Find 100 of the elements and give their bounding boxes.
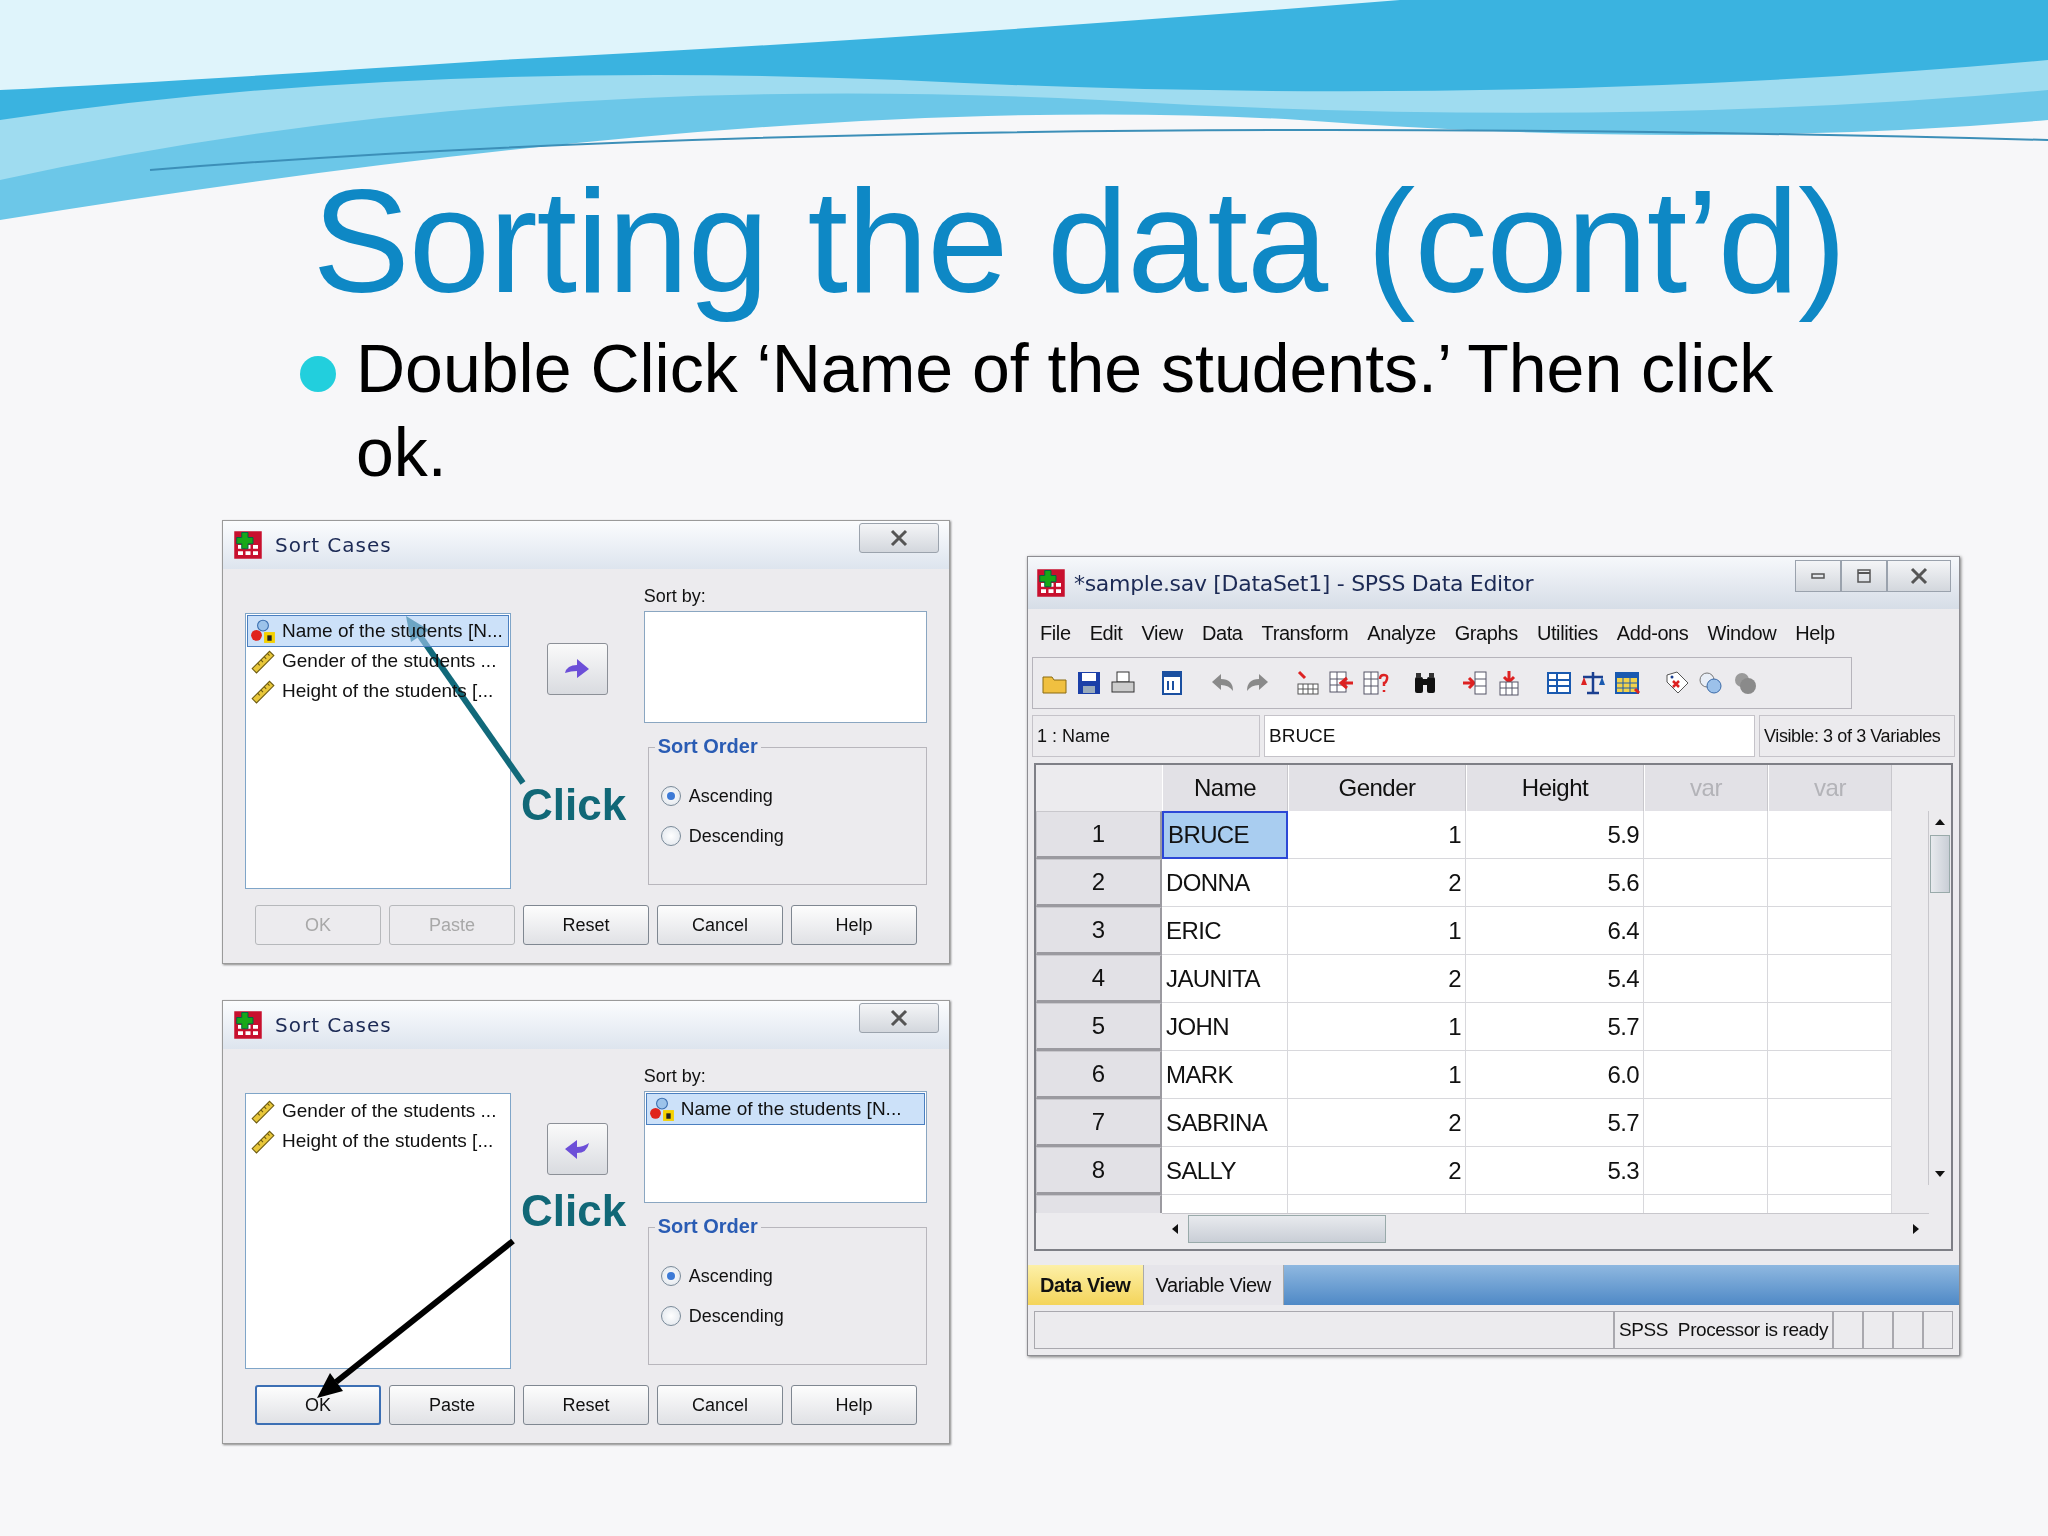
menu-item[interactable]: Graphs [1448, 621, 1531, 645]
menu-item[interactable]: Data [1195, 621, 1256, 645]
window-title: *sample.sav [DataSet1] - SPSS Data Editor [1074, 570, 1535, 596]
ruler-icon [250, 1128, 276, 1155]
table-cell[interactable]: BRUCE [1162, 811, 1288, 860]
table-cell[interactable]: 5.7 [1466, 1003, 1644, 1052]
table-question-icon[interactable] [1361, 669, 1389, 698]
dialog-title: Sort Cases [275, 1013, 393, 1038]
table-cell[interactable]: DONNA [1162, 859, 1288, 908]
ruler-icon [250, 648, 276, 675]
bullet-dot [300, 356, 336, 393]
menu-item[interactable]: Help [1789, 621, 1848, 645]
balls-icon [648, 1096, 675, 1123]
dialog-button[interactable]: Help [791, 1385, 917, 1426]
table-cell[interactable]: 2 [1288, 1099, 1466, 1148]
status-panel [1863, 1311, 1893, 1350]
row-header[interactable]: 5 [1036, 1003, 1162, 1052]
close-icon [1909, 567, 1929, 586]
variable-item[interactable]: Height of the students [... [248, 1126, 508, 1157]
menu-item[interactable]: Window [1701, 621, 1790, 645]
dialog-button[interactable]: Paste [389, 1385, 515, 1426]
table-cell[interactable]: 2 [1288, 859, 1466, 908]
radio-label[interactable]: Ascending [688, 1265, 773, 1287]
table-cell[interactable]: SALLY [1162, 1147, 1288, 1196]
sort-by-list[interactable]: Name of the students [N... [643, 1091, 927, 1204]
table-cell[interactable]: 2 [1288, 1147, 1466, 1196]
close-icon [888, 529, 910, 548]
table-cell[interactable]: 2 [1288, 955, 1466, 1004]
horizontal-scrollbar[interactable] [1162, 1213, 1929, 1245]
table-cell[interactable]: 1 [1288, 1051, 1466, 1100]
table-cell[interactable]: ERIC [1162, 907, 1288, 956]
table-cell[interactable]: JOHN [1162, 1003, 1288, 1052]
table-cell[interactable]: MARK [1162, 1051, 1288, 1100]
row-header[interactable]: 6 [1036, 1051, 1162, 1100]
row-header[interactable]: 2 [1036, 859, 1162, 908]
column-header[interactable]: Name [1162, 765, 1288, 812]
sort-by-label: Sort by: [643, 1065, 707, 1088]
dialog-button[interactable]: Cancel [657, 905, 783, 946]
status-panel [1893, 1311, 1923, 1350]
view-tab[interactable]: Data View [1028, 1265, 1144, 1306]
variable-item[interactable]: Name of the students [N... [248, 616, 508, 647]
menu-item[interactable]: Utilities [1530, 621, 1611, 645]
table-cell[interactable]: 5.4 [1466, 955, 1644, 1004]
view-tab[interactable]: Variable View [1143, 1265, 1284, 1306]
table-cell[interactable]: 1 [1288, 1003, 1466, 1052]
row-header[interactable]: 3 [1036, 907, 1162, 956]
close-button[interactable] [1887, 560, 1951, 593]
close-button[interactable] [859, 1003, 939, 1034]
table-cell[interactable]: 1 [1288, 907, 1466, 956]
cell-value-field[interactable]: BRUCE [1264, 715, 1755, 758]
radio-label[interactable]: Ascending [688, 785, 773, 807]
variable-item[interactable]: Name of the students [N... [646, 1094, 924, 1125]
row-header[interactable]: 7 [1036, 1099, 1162, 1148]
radio-label[interactable]: Descending [688, 1305, 784, 1327]
move-button[interactable] [546, 1123, 608, 1176]
radio-button[interactable] [660, 1306, 681, 1327]
row-header[interactable]: 8 [1036, 1147, 1162, 1196]
minimize-button[interactable] [1795, 560, 1841, 593]
row-header[interactable]: 4 [1036, 955, 1162, 1004]
table-cell[interactable]: 5.9 [1466, 811, 1644, 860]
table-cell[interactable]: 6.0 [1466, 1051, 1644, 1100]
table-cell[interactable]: JAUNITA [1162, 955, 1288, 1004]
scroll-thumb[interactable] [1188, 1215, 1386, 1244]
minimize-icon [1811, 573, 1825, 580]
menu-item[interactable]: Transform [1255, 621, 1362, 645]
menu-item[interactable]: Edit [1083, 621, 1136, 645]
radio-button[interactable] [660, 826, 681, 847]
menu-item[interactable]: Analyze [1361, 621, 1449, 645]
menu-item[interactable]: Add-ons [1610, 621, 1702, 645]
dialog-button[interactable]: Reset [523, 1385, 649, 1426]
insert-row-icon[interactable] [1461, 669, 1489, 698]
scroll-thumb[interactable] [1930, 835, 1950, 894]
dialog-button[interactable]: Cancel [657, 1385, 783, 1426]
bullet-text: Double Click ‘Name of the students.’ Then click ok. [356, 329, 1775, 493]
dialog-button[interactable]: Help [791, 905, 917, 946]
dialog-button[interactable]: Reset [523, 905, 649, 946]
move-button[interactable] [546, 643, 608, 696]
menu-item[interactable]: View [1135, 621, 1196, 645]
sort-by-list[interactable] [643, 611, 927, 724]
table-cell[interactable]: 6.4 [1466, 907, 1644, 956]
status-text: SPSS Processor is ready [1614, 1311, 1833, 1350]
table-cell[interactable]: 1 [1288, 811, 1466, 860]
dialog-button[interactable]: OK [255, 1385, 381, 1426]
menu-item[interactable]: File [1034, 621, 1084, 645]
table-cell[interactable]: 5.7 [1466, 1099, 1644, 1148]
radio-button[interactable] [660, 1266, 681, 1287]
maximize-button[interactable] [1841, 560, 1887, 593]
table-cell[interactable]: 5.3 [1466, 1147, 1644, 1196]
variable-item[interactable]: Gender of the students ... [248, 1096, 508, 1127]
close-button[interactable] [859, 523, 939, 554]
close-icon [888, 1009, 910, 1028]
row-header[interactable]: 1 [1036, 811, 1162, 860]
table-cell[interactable]: 5.6 [1466, 859, 1644, 908]
dialog-title: Sort Cases [275, 533, 393, 558]
table-cell[interactable]: SABRINA [1162, 1099, 1288, 1148]
column-header[interactable]: Gender [1288, 765, 1466, 812]
radio-button[interactable] [660, 786, 681, 807]
radio-label[interactable]: Descending [688, 825, 784, 847]
variable-list[interactable]: Gender of the students ... Height of the students [... [245, 1093, 511, 1370]
column-header[interactable]: Height [1466, 765, 1644, 812]
